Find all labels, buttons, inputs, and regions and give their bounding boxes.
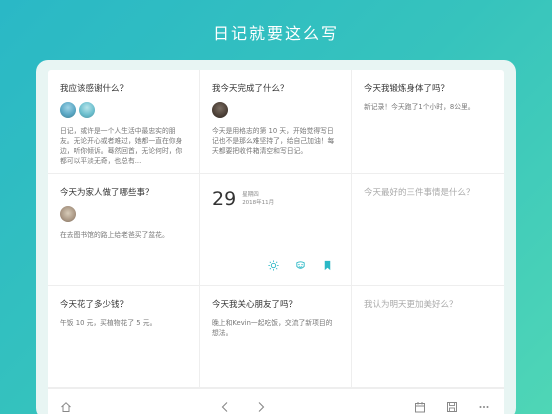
date-display: 29 星期四 2018年11月 (212, 188, 339, 210)
card-text: 新记录！今天跑了1个小时，8公里。 (364, 103, 475, 111)
card-question: 今天最好的三件事情是什么？ (364, 188, 475, 198)
date-number: 29 (212, 188, 237, 210)
card-family[interactable]: 今天为家人做了哪些事？ 在去图书馆的路上给老爸买了盆花。 (48, 174, 200, 286)
photo-thumbnail[interactable] (60, 102, 76, 118)
card-friends[interactable]: 今天我关心朋友了吗？ 晚上和Kevin一起吃饭，交流了新项目的想法。 (200, 286, 352, 388)
card-text: 晚上和Kevin一起吃饭，交流了新项目的想法。 (212, 319, 333, 337)
card-spending[interactable]: 今天花了多少钱？ 午饭 10 元，买植物花了 5 元。 (48, 286, 200, 388)
page-headline: 日记就要这么写 (212, 24, 339, 43)
weekday-label: 星期四 (242, 192, 259, 198)
journal-grid: 我应该感谢什么？ 日记，或许是一个人生活中最忠实的朋友。无论开心或者难过，她都一… (48, 70, 504, 388)
bottom-toolbar (48, 388, 504, 414)
card-question: 我认为明天更加美好么？ (364, 300, 458, 310)
card-exercise[interactable]: 今天我锻炼身体了吗？ 新记录！今天跑了1个小时，8公里。 (352, 70, 504, 174)
sun-icon[interactable] (268, 256, 279, 275)
card-question: 今天为家人做了哪些事？ (60, 188, 154, 198)
photo-thumbnail[interactable] (79, 102, 95, 118)
card-best-three[interactable]: 今天最好的三件事情是什么？ (352, 174, 504, 286)
more-icon[interactable] (478, 398, 490, 410)
card-text: 午饭 10 元，买植物花了 5 元。 (60, 319, 157, 327)
chevron-right-icon[interactable] (255, 398, 267, 412)
chevron-left-icon[interactable] (219, 398, 231, 412)
save-icon[interactable] (446, 398, 458, 412)
card-question: 我应该感谢什么？ (60, 84, 129, 94)
card-tomorrow[interactable]: 我认为明天更加美好么？ (352, 286, 504, 388)
diary-screen: 我应该感谢什么？ 日记，或许是一个人生活中最忠实的朋友。无论开心或者难过，她都一… (48, 70, 504, 414)
photo-strip (60, 102, 187, 118)
date-meta: 星期四 2018年11月 (242, 191, 274, 207)
month-label: 2018年11月 (242, 200, 275, 206)
photo-thumbnail[interactable] (60, 206, 76, 222)
card-question: 我今天完成了什么？ (212, 84, 289, 94)
card-text: 日记，或许是一个人生活中最忠实的朋友。无论开心或者难过，她都一直在你身边，听你倾… (60, 127, 183, 165)
photo-strip (212, 102, 339, 118)
calendar-icon[interactable] (414, 398, 426, 413)
mood-toolbar (268, 256, 333, 275)
card-text: 今天是用格志的第 10 天，开始觉得写日记也不是那么难坚持了，给自己加油！每天都… (212, 127, 335, 155)
card-question: 今天我关心朋友了吗？ (212, 300, 298, 310)
home-icon[interactable] (60, 398, 72, 412)
card-gratitude[interactable]: 我应该感谢什么？ 日记，或许是一个人生活中最忠实的朋友。无论开心或者难过，她都一… (48, 70, 200, 174)
tablet-frame: 我应该感谢什么？ 日记，或许是一个人生活中最忠实的朋友。无论开心或者难过，她都一… (36, 60, 516, 414)
smile-icon[interactable] (295, 256, 306, 275)
photo-strip (60, 206, 187, 222)
card-today-date[interactable]: 29 星期四 2018年11月 (200, 174, 352, 286)
card-question: 今天我锻炼身体了吗？ (364, 84, 450, 94)
bookmark-icon[interactable] (322, 256, 333, 275)
card-question: 今天花了多少钱？ (60, 300, 129, 310)
photo-thumbnail[interactable] (212, 102, 228, 118)
card-accomplished[interactable]: 我今天完成了什么？ 今天是用格志的第 10 天，开始觉得写日记也不是那么难坚持了… (200, 70, 352, 174)
card-text: 在去图书馆的路上给老爸买了盆花。 (60, 231, 169, 239)
